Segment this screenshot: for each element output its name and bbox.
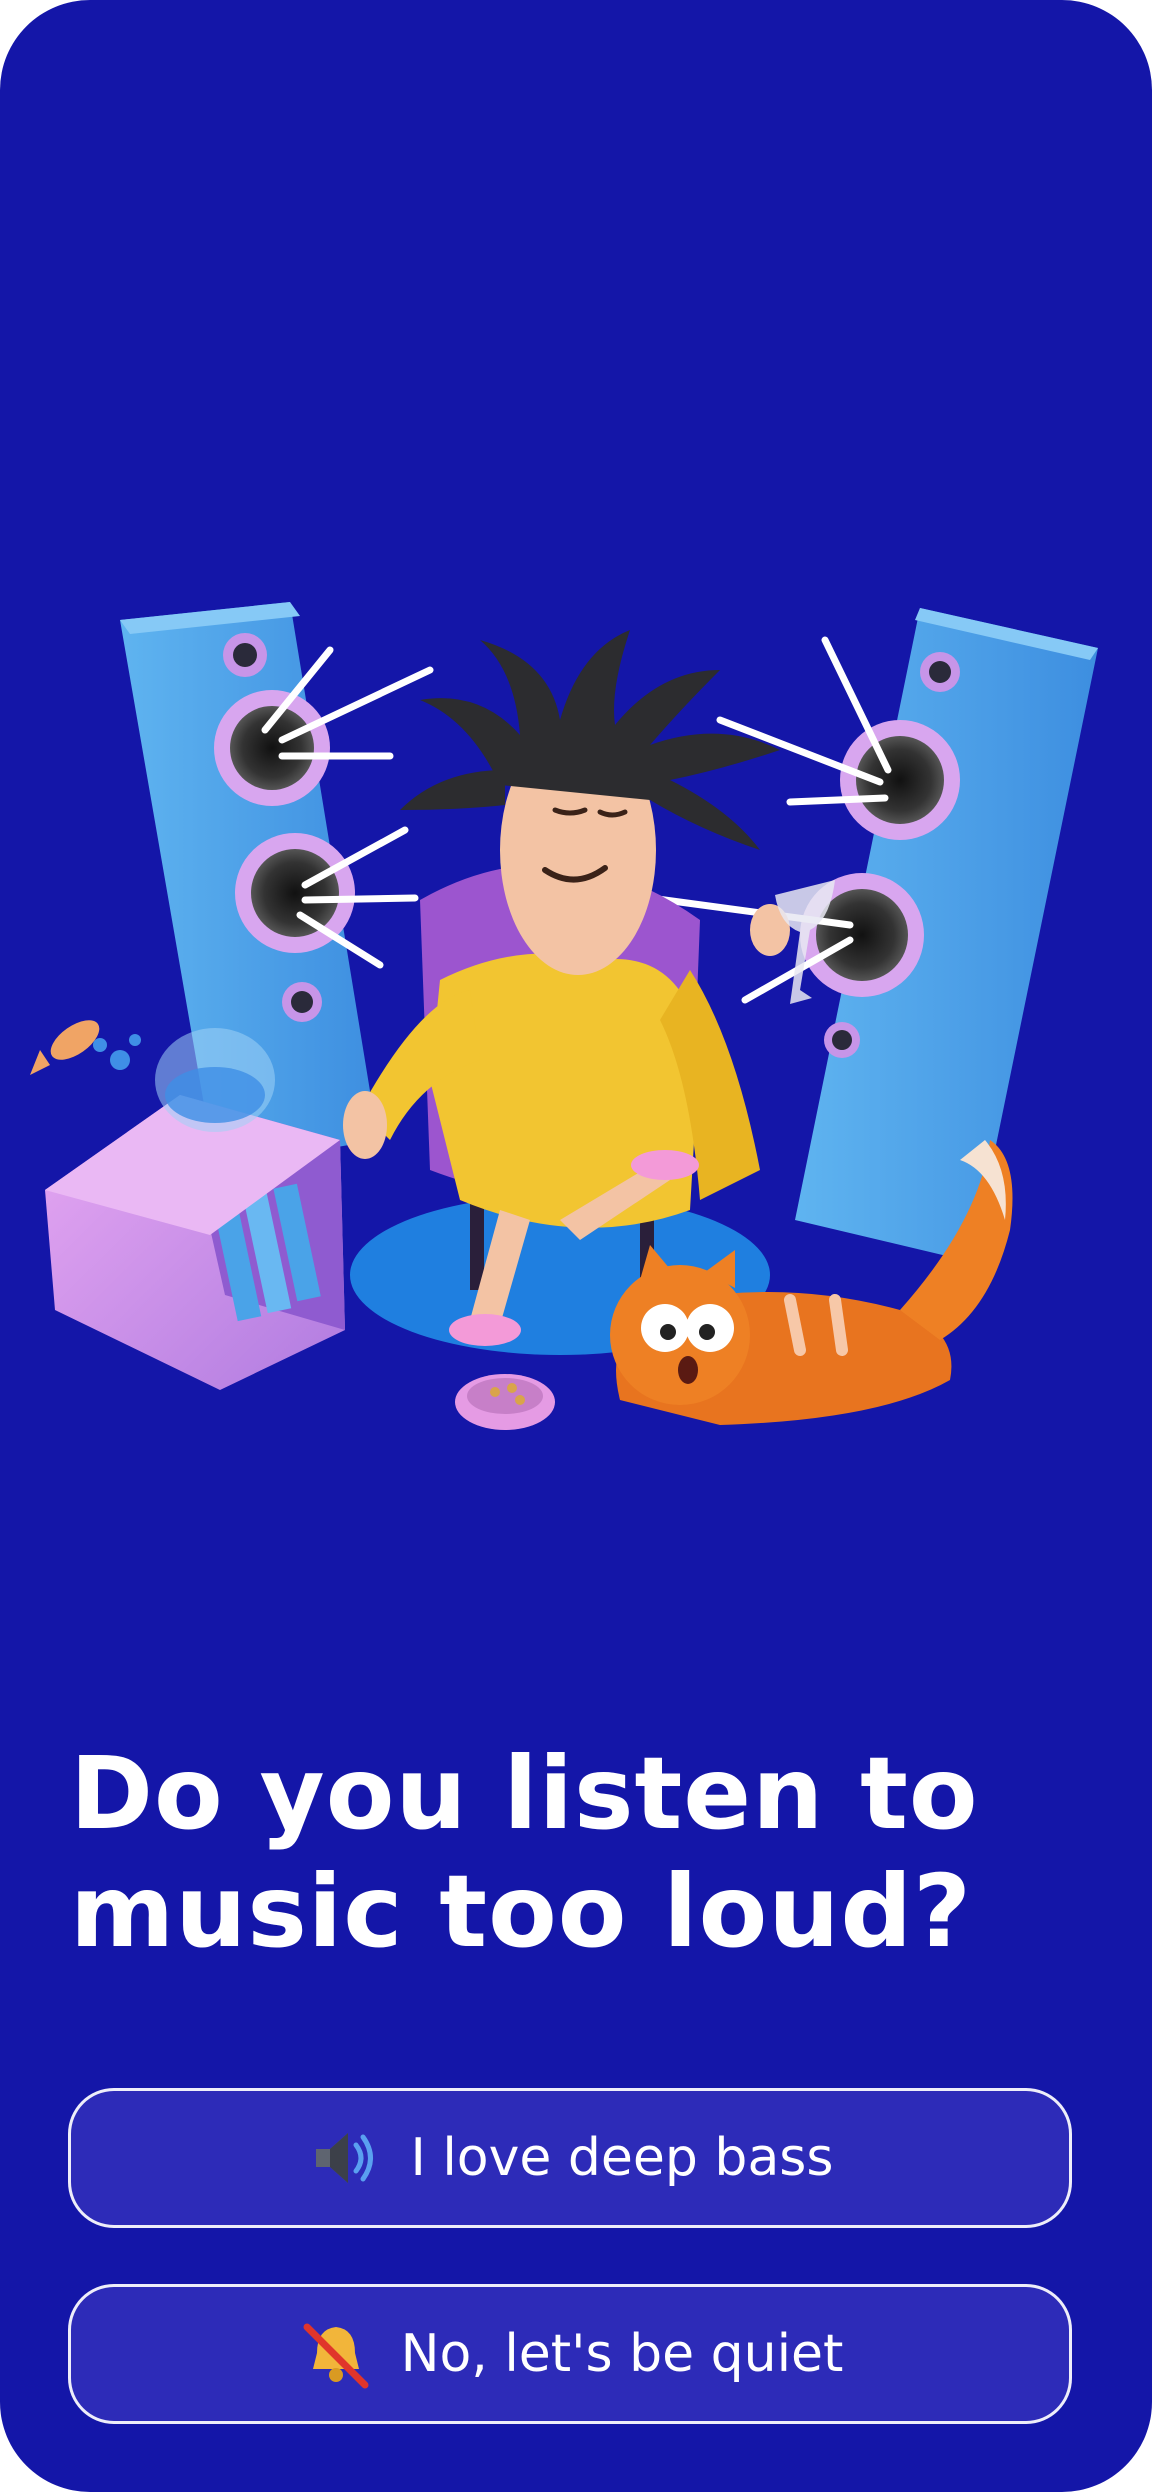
answer-button-deep-bass[interactable]: I love deep bass [68, 2088, 1072, 2228]
muted-bell-icon [297, 2315, 375, 2393]
loud-music-illustration [0, 520, 1152, 1500]
fishbowl [93, 1028, 275, 1132]
answer-label: I love deep bass [410, 2128, 834, 2188]
onboarding-screen: Do you listen to music too loud? I love … [0, 0, 1152, 2492]
question-heading: Do you listen to music too loud? [70, 1735, 979, 1970]
food-bowl [455, 1374, 555, 1430]
purple-bookshelf [45, 1095, 345, 1390]
answer-button-quiet[interactable]: No, let's be quiet [68, 2284, 1072, 2424]
answer-label: No, let's be quiet [400, 2324, 844, 2384]
speaker-loud-icon [306, 2119, 384, 2197]
